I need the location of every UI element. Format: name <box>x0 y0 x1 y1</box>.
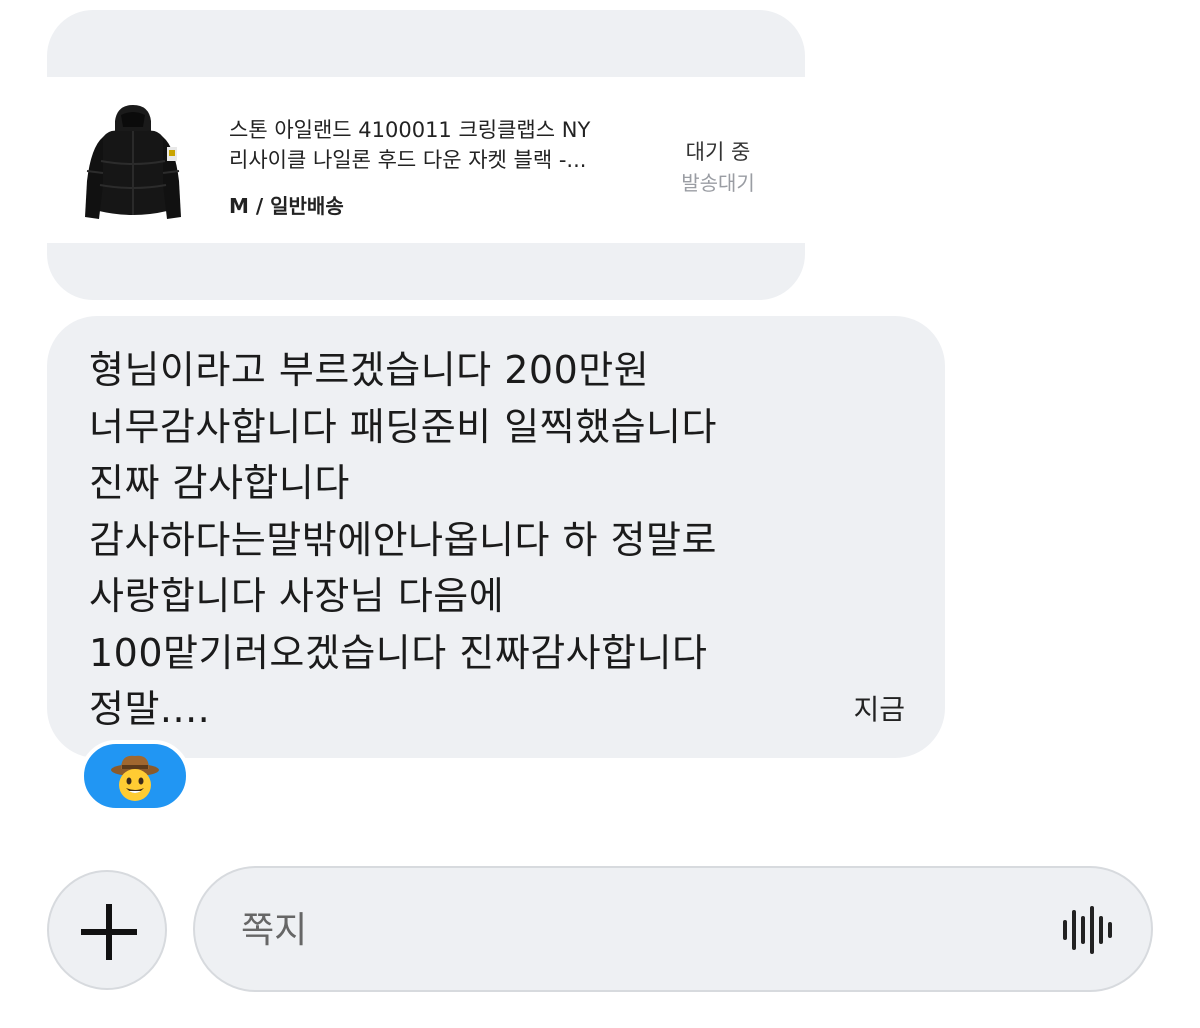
product-name: 스톤 아일랜드 4100011 크링클랩스 NY 리사이클 나일론 후드 다운 … <box>229 115 659 175</box>
text-message-bubble[interactable]: 형님이라고 부르겠습니다 200만원 너무감사합니다 패딩준비 일찍했습니다 진… <box>47 316 945 758</box>
message-reaction-badge[interactable] <box>80 740 190 812</box>
product-message-bubble[interactable]: 스톤 아일랜드 4100011 크링클랩스 NY 리사이클 나일론 후드 다운 … <box>47 10 805 300</box>
product-name-line2: 리사이클 나일론 후드 다운 자켓 블랙 -... <box>229 148 587 172</box>
product-card[interactable]: 스톤 아일랜드 4100011 크링클랩스 NY 리사이클 나일론 후드 다운 … <box>47 77 805 243</box>
plus-icon <box>81 904 137 960</box>
message-timestamp: 지금 <box>853 693 905 726</box>
product-option: M / 일반배송 <box>229 194 344 218</box>
message-composer[interactable] <box>193 866 1153 992</box>
message-text: 형님이라고 부르겠습니다 200만원 너무감사합니다 패딩준비 일찍했습니다 진… <box>89 348 717 731</box>
shipping-status-label: 발송대기 <box>681 171 755 195</box>
product-name-line1: 스톤 아일랜드 4100011 크링클랩스 NY <box>229 118 591 142</box>
product-thumbnail-jacket-icon <box>85 105 181 219</box>
cowboy-face-emoji-icon <box>111 755 159 801</box>
order-status-label: 대기 중 <box>685 140 751 164</box>
add-attachment-button[interactable] <box>47 870 167 990</box>
chat-screen: 스톤 아일랜드 4100011 크링클랩스 NY 리사이클 나일론 후드 다운 … <box>0 0 1200 1028</box>
voice-waveform-icon[interactable] <box>1059 902 1115 958</box>
message-input-field[interactable] <box>239 896 1003 964</box>
order-status: 대기 중 발송대기 <box>663 137 773 199</box>
